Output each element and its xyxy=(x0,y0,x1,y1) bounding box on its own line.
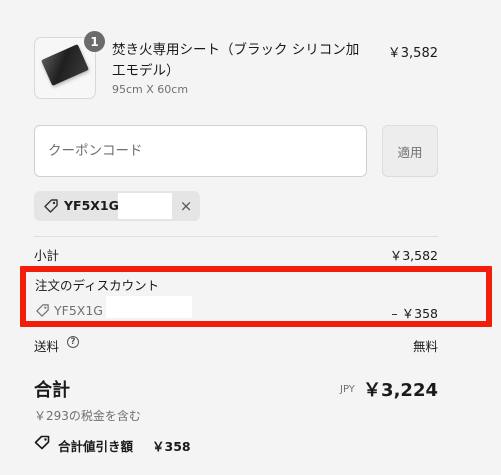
subtotal-value: ￥3,582 xyxy=(389,248,438,263)
quantity-badge: 1 xyxy=(84,31,105,52)
shipping-value: 無料 xyxy=(412,339,438,354)
apply-coupon-button[interactable]: 適用 xyxy=(382,125,438,177)
product-price: ￥3,582 xyxy=(387,46,438,61)
shipping-label: 送料 xyxy=(34,339,60,354)
order-discount-label: 注文のディスカウント xyxy=(35,278,160,293)
tax-note: ￥293の税金を含む xyxy=(34,409,141,423)
applied-coupon-code: YF5X1G xyxy=(64,198,119,213)
sheet-image xyxy=(41,44,89,86)
remove-coupon-icon[interactable]: × xyxy=(176,196,196,216)
total-savings-label: 合計値引き額 xyxy=(58,439,134,454)
currency-code: JPY xyxy=(340,384,355,395)
coupon-code-input[interactable] xyxy=(34,125,367,177)
tag-icon xyxy=(34,435,50,450)
product-variant: 95cm X 60cm xyxy=(112,83,189,96)
subtotal-label: 小計 xyxy=(34,248,60,263)
redacted-block xyxy=(118,193,172,219)
redacted-block xyxy=(106,296,192,318)
total-value: ￥3,224 xyxy=(363,380,438,401)
help-icon[interactable]: ? xyxy=(67,336,79,348)
product-title: 焚き火専用シート（ブラック シリコン加工モデル） xyxy=(112,42,360,79)
discount-value: – ￥358 xyxy=(391,306,438,321)
tag-icon xyxy=(44,199,58,213)
tag-icon xyxy=(36,304,49,317)
applied-coupon-chip: YF5X1G × xyxy=(34,191,200,221)
total-label: 合計 xyxy=(34,380,70,401)
divider xyxy=(34,236,438,237)
discount-code: YF5X1G xyxy=(54,303,103,318)
total-savings-value: ￥358 xyxy=(152,439,191,454)
